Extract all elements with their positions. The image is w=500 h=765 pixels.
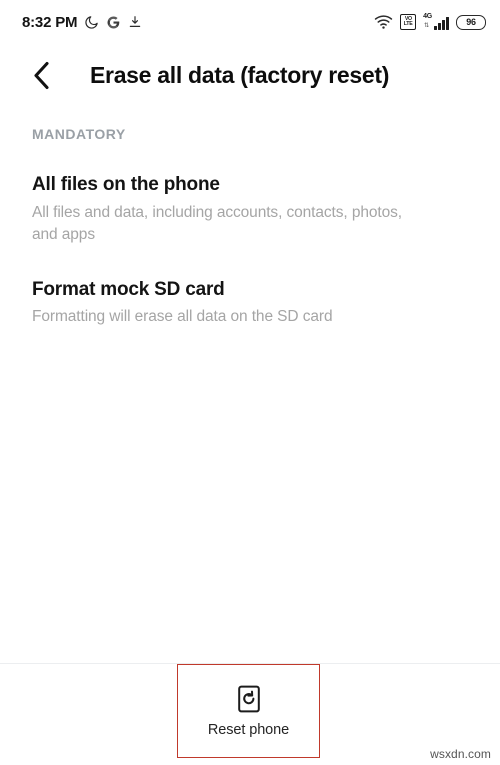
download-icon: [130, 16, 141, 27]
list-item-subtitle: All files and data, including accounts, …: [32, 203, 402, 244]
list-item: All files on the phone All files and dat…: [0, 142, 500, 247]
reset-phone-button[interactable]: Reset phone: [177, 664, 320, 757]
status-bar-clock: 8:32 PM: [22, 13, 78, 31]
volte-icon: VO LTE: [400, 14, 417, 30]
battery-level-label: 96: [466, 17, 476, 27]
signal-bar-1: [434, 26, 437, 30]
signal-bar-3: [442, 20, 445, 30]
page-title: Erase all data (factory reset): [90, 61, 390, 88]
signal-bar-2: [438, 23, 441, 30]
list-item-title: Format mock SD card: [32, 278, 225, 300]
status-bar: 8:32 PM VO LTE 4G ⇅ 96: [0, 0, 500, 44]
back-button[interactable]: [16, 50, 66, 100]
cellular-signal-icon: 4G ⇅: [423, 13, 449, 30]
app-header: Erase all data (factory reset): [0, 44, 500, 106]
watermark: wsxdn.com: [430, 747, 491, 761]
reset-phone-label: Reset phone: [207, 721, 290, 738]
status-bar-left-group: 8:32 PM: [22, 14, 142, 31]
volte-line-2: LTE: [403, 20, 413, 28]
list-item: Format mock SD card Formatting will eras…: [0, 247, 500, 329]
do-not-disturb-moon-icon: [85, 15, 99, 29]
bottom-action-bar: Reset phone: [0, 664, 500, 765]
main-content: MANDATORY All files on the phone All fil…: [0, 106, 500, 329]
phone-reset-icon: [236, 684, 262, 714]
chevron-left-icon: [33, 61, 49, 89]
signal-bar-4: [446, 17, 449, 30]
status-bar-right-group: VO LTE 4G ⇅ 96: [374, 13, 486, 30]
network-type-label: 4G: [423, 13, 432, 20]
wifi-icon: [374, 15, 393, 29]
list-item-title: All files on the phone: [32, 174, 220, 195]
list-item-subtitle: Formatting will erase all data on the SD…: [32, 308, 333, 326]
battery-icon: 96: [456, 14, 486, 30]
section-header-mandatory: MANDATORY: [32, 126, 126, 142]
google-g-icon: [107, 15, 120, 28]
data-transfer-arrows-icon: ⇅: [424, 23, 430, 29]
